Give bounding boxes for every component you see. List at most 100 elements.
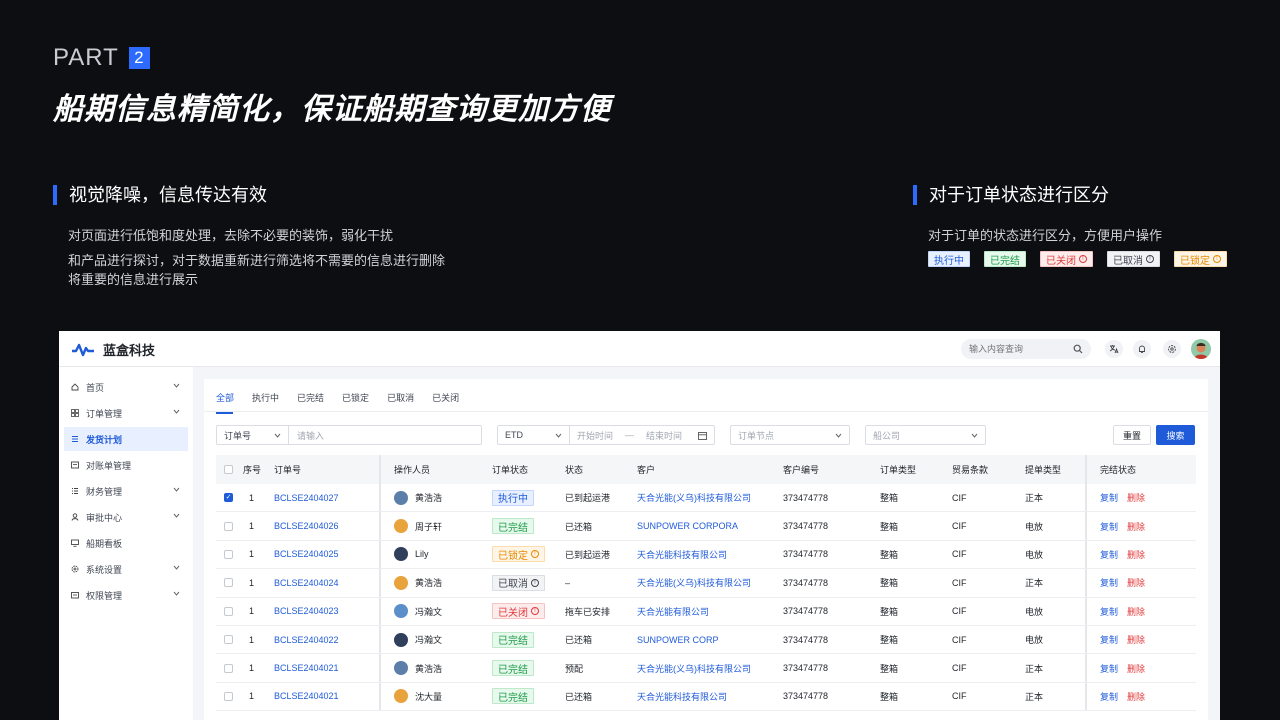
settings-icon[interactable] bbox=[1163, 340, 1181, 358]
table-row[interactable]: 1 BCLSE2404021 沈大量 已完结 已还箱 天合光能科技有限公司 37347477… bbox=[216, 682, 1196, 712]
delete-button[interactable]: 删除 bbox=[1127, 690, 1145, 703]
customer-link[interactable]: 天合光能科技有限公司 bbox=[637, 548, 783, 561]
sidebar-item-system-settings[interactable]: 系统设置 bbox=[64, 557, 188, 581]
col-customer-no: 客户编号 bbox=[783, 465, 820, 475]
customer-link[interactable]: 天合光能有限公司 bbox=[637, 605, 783, 618]
row-index: 1 bbox=[249, 492, 255, 503]
row-checkbox[interactable] bbox=[224, 635, 233, 645]
start-date-input[interactable]: 开始时间 bbox=[570, 429, 613, 442]
customer-link[interactable]: SUNPOWER CORPORA bbox=[637, 521, 783, 531]
date-field-select[interactable]: ETD bbox=[498, 426, 570, 444]
sidebar-item-permissions[interactable]: 权限管理 bbox=[64, 583, 188, 607]
table-row[interactable]: 1 BCLSE2404026 周子轩 已完结 已还箱 SUNPOWER CORPORA 37… bbox=[216, 512, 1196, 541]
reset-button[interactable]: 重置 bbox=[1113, 425, 1151, 445]
customer-no: 373474778 bbox=[783, 691, 829, 702]
row-checkbox[interactable]: ✓ bbox=[224, 493, 233, 503]
customer-link[interactable]: 天合光能(义乌)科技有限公司 bbox=[637, 491, 783, 504]
copy-button[interactable]: 复制 bbox=[1100, 491, 1118, 504]
home-icon bbox=[71, 383, 79, 391]
customer-link[interactable]: 天合光能(义乌)科技有限公司 bbox=[637, 662, 783, 675]
order-link[interactable]: BCLSE2404026 bbox=[274, 512, 381, 540]
order-input[interactable]: 请输入 bbox=[289, 429, 324, 442]
end-date-input[interactable]: 结束时间 bbox=[634, 429, 682, 442]
chevron-down-icon bbox=[173, 383, 180, 388]
table-row[interactable]: 1 BCLSE2404022 冯瀚文 已完结 已还箱 SUNPOWER CORP 37347… bbox=[216, 625, 1196, 655]
delete-button[interactable]: 删除 bbox=[1127, 548, 1145, 561]
sidebar-item-orders[interactable]: 订单管理 bbox=[64, 401, 188, 425]
delete-button[interactable]: 删除 bbox=[1127, 576, 1145, 589]
row-checkbox[interactable] bbox=[224, 606, 233, 616]
operator-name: 黄浩浩 bbox=[415, 578, 443, 589]
avatar[interactable] bbox=[1191, 339, 1211, 359]
search-button[interactable]: 搜索 bbox=[1156, 425, 1195, 445]
sidebar-item-schedule-board[interactable]: 船期看板 bbox=[64, 531, 188, 555]
calendar-icon[interactable] bbox=[698, 431, 707, 440]
col-order-type: 订单类型 bbox=[880, 465, 917, 475]
sidebar-item-shipping-plan[interactable]: 发货计划 bbox=[64, 427, 188, 451]
order-type: 整箱 bbox=[880, 521, 899, 532]
row-index: 1 bbox=[249, 634, 255, 645]
status-badge: 执行中 bbox=[492, 489, 534, 506]
bl-type: 电放 bbox=[1025, 521, 1044, 532]
row-checkbox[interactable] bbox=[224, 691, 233, 701]
select-all-checkbox[interactable] bbox=[224, 465, 233, 474]
copy-button[interactable]: 复制 bbox=[1100, 520, 1118, 533]
ship-company-select[interactable]: 船公司 bbox=[865, 425, 986, 445]
operator-name: 黄浩浩 bbox=[415, 663, 443, 674]
order-link[interactable]: BCLSE2404024 bbox=[274, 569, 381, 597]
delete-button[interactable]: 删除 bbox=[1127, 633, 1145, 646]
delete-button[interactable]: 删除 bbox=[1127, 491, 1145, 504]
order-field-select[interactable]: 订单号 bbox=[217, 426, 289, 444]
row-checkbox[interactable] bbox=[224, 521, 233, 531]
brand[interactable]: 蓝盒科技 bbox=[71, 340, 155, 359]
node-select[interactable]: 订单节点 bbox=[730, 425, 850, 445]
sidebar-item-approvals[interactable]: 审批中心 bbox=[64, 505, 188, 529]
search-input[interactable] bbox=[961, 339, 1091, 359]
translate-icon[interactable] bbox=[1105, 340, 1123, 358]
row-checkbox[interactable] bbox=[224, 663, 233, 673]
delete-button[interactable]: 删除 bbox=[1127, 605, 1145, 618]
order-link[interactable]: BCLSE2404027 bbox=[274, 484, 381, 512]
document-icon bbox=[71, 461, 79, 469]
sidebar-item-home[interactable]: 首页 bbox=[64, 375, 188, 399]
copy-button[interactable]: 复制 bbox=[1100, 605, 1118, 618]
order-link[interactable]: BCLSE2404021 bbox=[274, 654, 381, 682]
status-badge: 已锁定! bbox=[492, 546, 545, 563]
col-customer: 客户 bbox=[637, 465, 656, 475]
bl-type: 正本 bbox=[1025, 691, 1044, 702]
customer-link[interactable]: 天合光能(义乌)科技有限公司 bbox=[637, 576, 783, 589]
copy-button[interactable]: 复制 bbox=[1100, 548, 1118, 561]
date-separator: — bbox=[625, 430, 635, 440]
table-row[interactable]: 1 BCLSE2404025 Lily 已锁定! 已到起运港 天合光能科技有限公司 3734… bbox=[216, 540, 1196, 570]
bell-icon[interactable] bbox=[1133, 340, 1151, 358]
section-right-text: 对于订单的状态进行区分，方便用户操作 bbox=[928, 228, 1163, 243]
table-row[interactable]: ✓ 1 BCLSE2404027 黄浩浩 执行中 已到起运港 天合光能(义乌)科技有限公司 3… bbox=[216, 484, 1196, 513]
order-type: 整箱 bbox=[880, 635, 899, 646]
copy-button[interactable]: 复制 bbox=[1100, 690, 1118, 703]
order-link[interactable]: BCLSE2404022 bbox=[274, 625, 381, 654]
search-icon[interactable] bbox=[1073, 344, 1083, 354]
order-link[interactable]: BCLSE2404021 bbox=[274, 682, 381, 711]
sidebar-item-finance[interactable]: 财务管理 bbox=[64, 479, 188, 503]
sidebar-item-statements[interactable]: 对账单管理 bbox=[64, 453, 188, 477]
copy-button[interactable]: 复制 bbox=[1100, 576, 1118, 589]
order-link[interactable]: BCLSE2404025 bbox=[274, 540, 381, 569]
tab-divider bbox=[204, 411, 1208, 412]
row-checkbox[interactable] bbox=[224, 578, 233, 588]
customer-link[interactable]: 天合光能科技有限公司 bbox=[637, 690, 783, 703]
state-text: 已到起运港 bbox=[565, 549, 611, 560]
customer-link[interactable]: SUNPOWER CORP bbox=[637, 635, 783, 645]
status-badge: 已关闭! bbox=[492, 603, 545, 620]
delete-button[interactable]: 删除 bbox=[1127, 520, 1145, 533]
copy-button[interactable]: 复制 bbox=[1100, 633, 1118, 646]
row-checkbox[interactable] bbox=[224, 549, 233, 559]
delete-button[interactable]: 删除 bbox=[1127, 662, 1145, 675]
order-link[interactable]: BCLSE2404023 bbox=[274, 597, 381, 625]
table-row[interactable]: 1 BCLSE2404023 冯瀚文 已关闭! 拖车已安排 天合光能有限公司 3734747… bbox=[216, 597, 1196, 626]
copy-button[interactable]: 复制 bbox=[1100, 662, 1118, 675]
table-row[interactable]: 1 BCLSE2404024 黄浩浩 已取消! – 天合光能(义乌)科技有限公司 37347… bbox=[216, 569, 1196, 598]
state-text: 拖车已安排 bbox=[565, 606, 611, 617]
part-label: PART 2 bbox=[53, 44, 150, 72]
table-row[interactable]: 1 BCLSE2404021 黄浩浩 已完结 预配 天合光能(义乌)科技有限公司 37347… bbox=[216, 654, 1196, 683]
operator-avatar bbox=[394, 689, 408, 704]
